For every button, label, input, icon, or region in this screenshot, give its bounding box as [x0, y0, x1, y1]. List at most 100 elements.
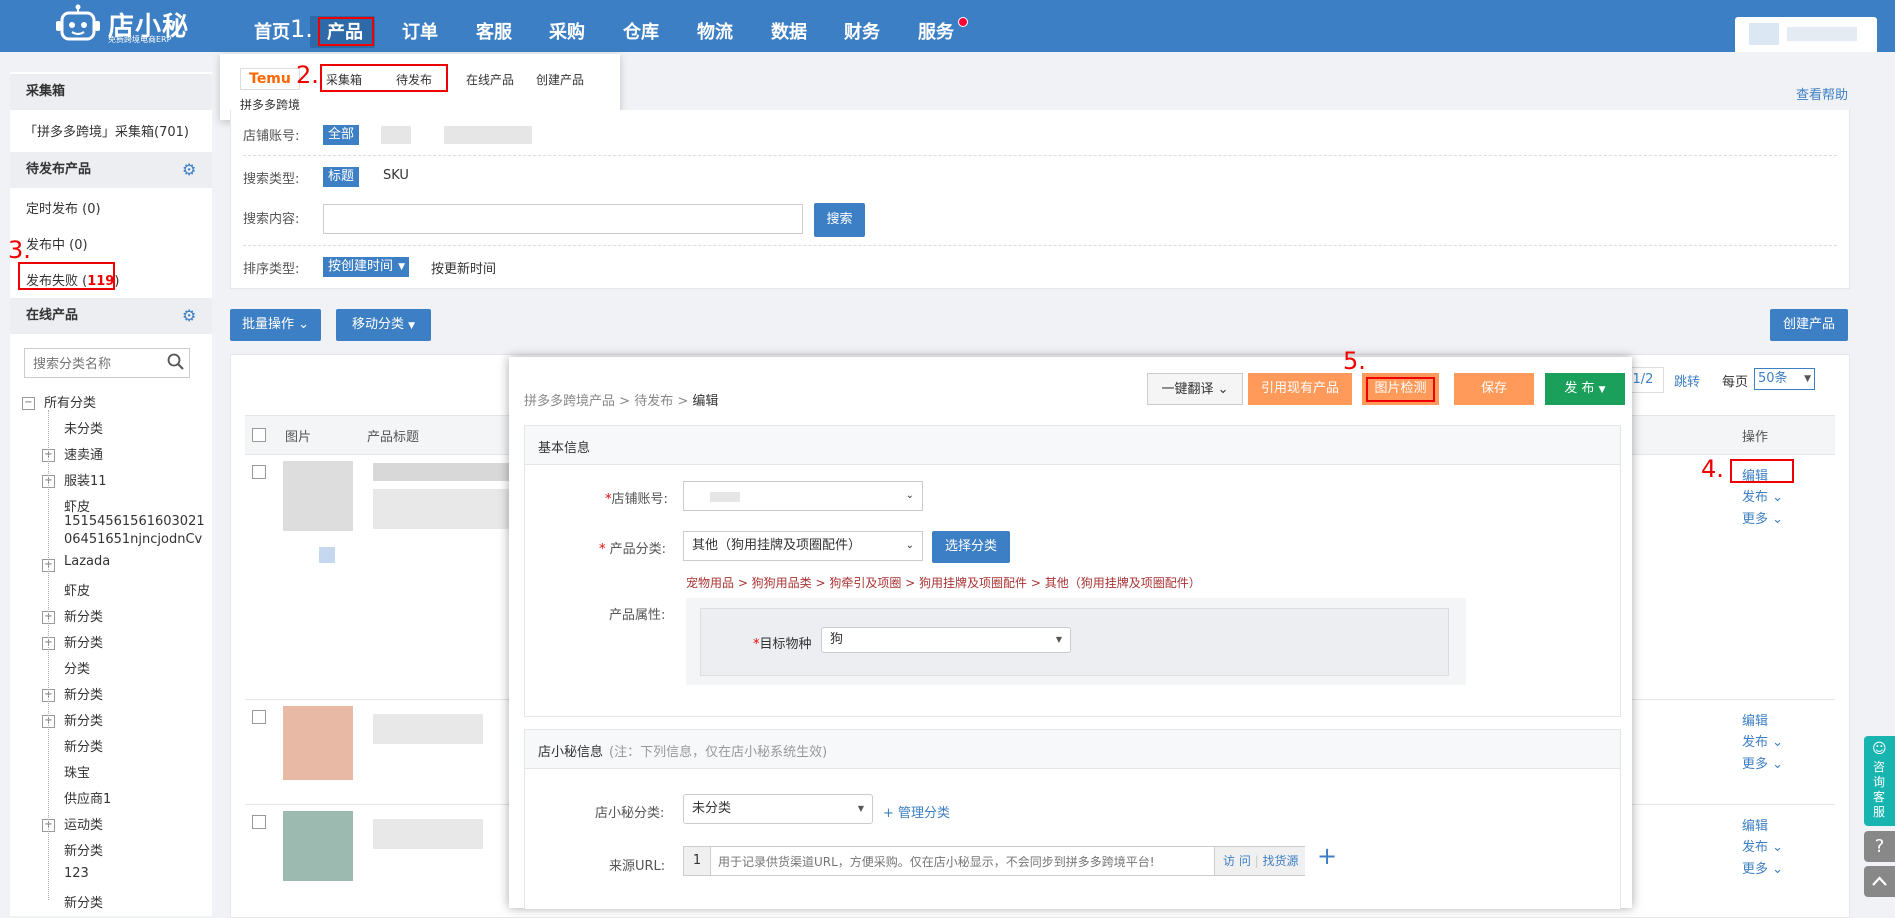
publish-button[interactable]: 发 布 ▼	[1545, 373, 1625, 405]
move-category-button[interactable]: 移动分类 ▼	[336, 309, 431, 341]
sort-created-tag[interactable]: 按创建时间 ▼	[323, 257, 410, 277]
search-type-sku[interactable]: SKU	[383, 168, 409, 183]
tree-item[interactable]: 新分类	[64, 710, 103, 729]
publish-text: 发布	[1742, 735, 1769, 750]
row-checkbox[interactable]	[252, 815, 266, 829]
category-search-box[interactable]	[24, 348, 190, 378]
tree-item[interactable]: 服装11	[64, 470, 107, 489]
help-question-icon[interactable]: ?	[1864, 831, 1895, 862]
shop-all-tag[interactable]: 全部	[323, 125, 360, 145]
add-url-icon[interactable]: +	[1317, 842, 1337, 870]
target-species-select[interactable]: 狗 ▼	[821, 627, 1071, 653]
tree-item[interactable]: 分类	[64, 658, 90, 677]
tree-item[interactable]: 虾皮	[64, 580, 90, 599]
search-button[interactable]: 搜索	[814, 203, 865, 237]
user-account-area[interactable]	[1735, 17, 1877, 52]
sidebar-item-publishing[interactable]: 发布中 (0)	[26, 234, 88, 253]
tree-item[interactable]: 虾皮	[64, 496, 90, 515]
find-source-link[interactable]: 找货源	[1263, 854, 1299, 868]
chevron-down-icon: ⌄	[298, 317, 310, 332]
search-icon[interactable]	[167, 353, 185, 375]
save-button[interactable]: 保存	[1454, 373, 1534, 405]
dxm-title-text: 店小秘信息	[538, 745, 604, 760]
gear-icon[interactable]: ⚙	[182, 308, 198, 324]
product-title-blurred[interactable]	[373, 714, 483, 744]
back-to-top-icon[interactable]	[1864, 866, 1895, 897]
breadcrumb-item[interactable]: 拼多多跨境产品	[524, 394, 615, 409]
menu-online-products[interactable]: 在线产品	[466, 71, 514, 88]
publish-link[interactable]: 发布 ⌄	[1742, 731, 1783, 750]
breadcrumb-item[interactable]: 待发布	[634, 394, 673, 409]
tree-item[interactable]: 新分类	[64, 684, 103, 703]
nav-customer-service[interactable]: 客服	[476, 18, 512, 44]
search-type-title-tag[interactable]: 标题	[323, 167, 360, 187]
more-link[interactable]: 更多 ⌄	[1742, 508, 1783, 527]
visit-link[interactable]: 访 问	[1223, 854, 1251, 868]
tree-item[interactable]: 所有分类	[44, 392, 96, 411]
row-checkbox[interactable]	[252, 465, 266, 479]
tree-item[interactable]: 新分类	[64, 892, 103, 911]
tree-collapse-icon[interactable]: −	[22, 397, 35, 410]
product-image-blurred[interactable]	[283, 461, 353, 531]
gear-icon[interactable]: ⚙	[182, 162, 198, 178]
dxm-info-section: 店小秘信息 (注：下列信息，仅在店小秘系统生效) 店小秘分类: 未分类 ▼ + 管…	[524, 729, 1621, 909]
help-link[interactable]: 查看帮助	[1796, 84, 1848, 103]
edit-link[interactable]: 编辑	[1742, 815, 1768, 834]
nav-data[interactable]: 数据	[771, 18, 807, 44]
nav-orders[interactable]: 订单	[402, 18, 438, 44]
product-title-blurred[interactable]	[373, 819, 483, 849]
sidebar-item-scheduled[interactable]: 定时发布 (0)	[26, 198, 101, 217]
product-category-select[interactable]: 其他（狗用挂牌及项圈配件） ⌄	[683, 531, 923, 561]
dxm-category-select[interactable]: 未分类 ▼	[683, 794, 873, 824]
category-search-input[interactable]	[31, 353, 165, 375]
nav-purchase[interactable]: 采购	[549, 18, 585, 44]
menu-create-product[interactable]: 创建产品	[536, 71, 584, 88]
sort-updated[interactable]: 按更新时间	[431, 258, 496, 277]
more-link[interactable]: 更多 ⌄	[1742, 858, 1783, 877]
nav-services[interactable]: 服务	[918, 18, 954, 44]
tree-item[interactable]: 运动类	[64, 814, 103, 833]
batch-operation-button[interactable]: 批量操作 ⌄	[230, 309, 321, 341]
page-jump[interactable]: 跳转	[1674, 371, 1700, 390]
more-link[interactable]: 更多 ⌄	[1742, 753, 1783, 772]
edit-link[interactable]: 编辑	[1742, 710, 1768, 729]
product-image-blurred[interactable]	[283, 706, 353, 780]
tree-item[interactable]: 新分类	[64, 840, 103, 859]
translate-button[interactable]: 一键翻译 ⌄	[1147, 373, 1243, 405]
per-page-select[interactable]: 50条 ▼	[1754, 368, 1815, 390]
consult-service-label: 咨询客服	[1873, 760, 1886, 819]
nav-home[interactable]: 首页	[254, 18, 290, 44]
tree-item[interactable]: 新分类	[64, 736, 103, 755]
shop-blurred[interactable]	[381, 126, 411, 144]
tree-item[interactable]: 06451651njncjodnCv	[64, 532, 202, 547]
tree-item[interactable]: Lazada	[64, 554, 110, 569]
manage-category-link[interactable]: + 管理分类	[883, 802, 950, 821]
nav-finance[interactable]: 财务	[844, 18, 880, 44]
product-image-blurred[interactable]	[283, 811, 353, 881]
source-url-input[interactable]	[716, 851, 1210, 873]
choose-category-button[interactable]: 选择分类	[932, 531, 1010, 563]
row-checkbox[interactable]	[252, 710, 266, 724]
product-title-blurred[interactable]	[373, 463, 513, 481]
create-product-button[interactable]: 创建产品	[1770, 309, 1848, 341]
tree-item[interactable]: 123	[64, 866, 89, 881]
select-all-checkbox[interactable]	[252, 428, 266, 442]
search-content-input[interactable]	[323, 204, 803, 234]
tree-item[interactable]: 未分类	[64, 418, 103, 437]
tree-item[interactable]: 速卖通	[64, 444, 103, 463]
more-text: 更多	[1742, 757, 1769, 772]
consult-service-button[interactable]: ☺ 咨询客服	[1864, 736, 1895, 826]
nav-logistics[interactable]: 物流	[697, 18, 733, 44]
tree-item[interactable]: 供应商1	[64, 788, 111, 807]
sidebar-item-collect-box[interactable]: 「拼多多跨境」采集箱(701)	[24, 121, 189, 140]
tree-item[interactable]: 珠宝	[64, 762, 90, 781]
publish-link[interactable]: 发布 ⌄	[1742, 486, 1783, 505]
publish-link[interactable]: 发布 ⌄	[1742, 836, 1783, 855]
reference-product-button[interactable]: 引用现有产品	[1248, 373, 1352, 405]
tree-item[interactable]: 15154561561603021	[64, 514, 205, 529]
shop-account-select[interactable]: ⌄	[683, 481, 923, 511]
tree-item[interactable]: 新分类	[64, 632, 103, 651]
tree-item[interactable]: 新分类	[64, 606, 103, 625]
shop-blurred[interactable]	[444, 126, 532, 144]
nav-warehouse[interactable]: 仓库	[623, 18, 659, 44]
